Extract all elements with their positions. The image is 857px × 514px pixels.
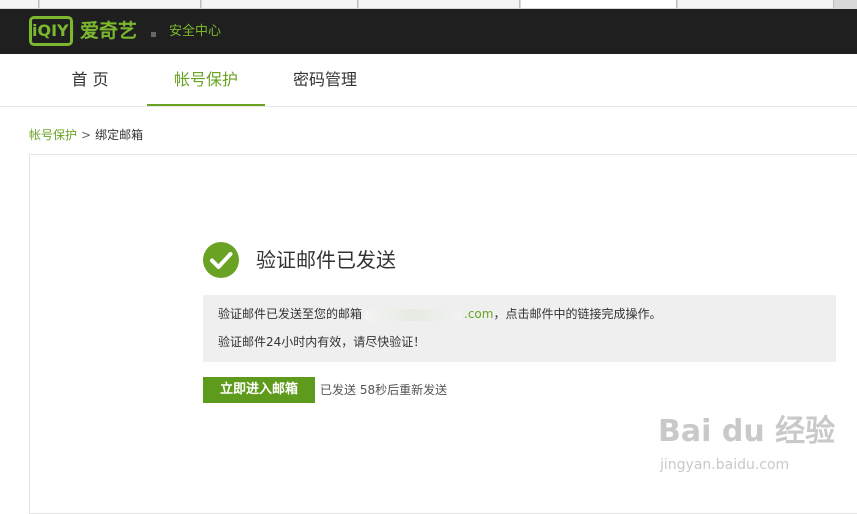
tab-account-protection[interactable]: 帐号保护 [147,54,265,106]
resend-countdown: 已发送 58秒后重新发送 [320,383,448,397]
logo-text: iQIYI [32,21,75,40]
browser-tab-active[interactable] [521,0,677,8]
notice-line-validity: 验证邮件24小时内有效，请尽快验证！ [218,335,426,349]
header-divider-dot [151,32,156,37]
browser-tab[interactable] [0,0,39,8]
watermark-url: jingyan.baidu.com [660,457,790,473]
page-title: 验证邮件已发送 [256,248,396,272]
top-header: iQIYI 爱奇艺 安全中心 [0,9,857,54]
brand-name[interactable]: 爱奇艺 [80,18,137,44]
breadcrumb-parent-link[interactable]: 帐号保护 [29,128,77,142]
notice-prefix: 验证邮件已发送至您的邮箱 [218,307,363,321]
browser-tab-strip [0,0,857,9]
security-center-title[interactable]: 安全中心 [169,22,221,42]
email-domain-suffix: .com [464,307,494,321]
masked-email [364,308,463,321]
browser-tab[interactable] [40,0,201,8]
notice-suffix: ，点击邮件中的链接完成操作。 [493,307,662,321]
notice-box: 验证邮件已发送至您的邮箱 .com，点击邮件中的链接完成操作。 验证邮件24小时内… [203,295,836,362]
breadcrumb-current: 绑定邮箱 [95,128,144,142]
browser-tab[interactable] [678,0,834,8]
baidu-jingyan-watermark: Bai du 经验 jingyan.baidu.com [648,400,848,485]
breadcrumb: 帐号保护 > 绑定邮箱 [29,127,143,143]
watermark-main: Bai du 经验 [658,414,836,449]
breadcrumb-separator: > [81,128,92,142]
main-nav: 首 页 帐号保护 密码管理 [0,54,857,107]
tab-home[interactable]: 首 页 [55,54,125,106]
success-check-icon [203,242,239,278]
iqiyi-logo[interactable]: iQIYI [29,16,75,46]
tab-password-management[interactable]: 密码管理 [280,54,370,106]
open-mailbox-button[interactable]: 立即进入邮箱 [203,377,315,403]
browser-tab[interactable] [202,0,358,8]
browser-tab[interactable] [359,0,520,8]
notice-line-email: 验证邮件已发送至您的邮箱 .com，点击邮件中的链接完成操作。 [218,306,661,322]
